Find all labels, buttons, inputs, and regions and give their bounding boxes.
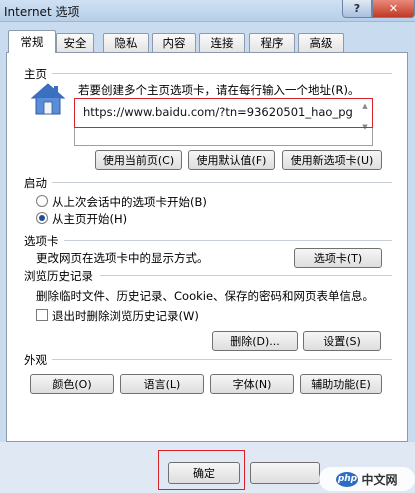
appearance-group-label: 外观 [24, 353, 47, 367]
window-title: Internet 选项 [4, 5, 80, 19]
delete-on-exit-checkbox[interactable] [36, 309, 48, 321]
cancel-button[interactable] [250, 462, 320, 484]
radio-homepage[interactable] [36, 212, 48, 224]
history-hint: 删除临时文件、历史记录、Cookie、保存的密码和网页表单信息。 [36, 289, 375, 303]
tabs-settings-button[interactable]: 选项卡(T) [294, 248, 382, 268]
homepage-divider [52, 73, 392, 74]
colors-button[interactable]: 颜色(O) [30, 374, 114, 394]
radio-last-session-label: 从上次会话中的选项卡开始(B) [52, 195, 207, 209]
ok-highlight-box [158, 450, 245, 490]
close-icon: ✕ [388, 2, 399, 15]
tabs-divider [64, 240, 392, 241]
help-icon: ? [353, 2, 361, 15]
tab-programs[interactable]: 程序 [249, 33, 295, 52]
appearance-divider [52, 359, 392, 360]
php-logo: php [336, 471, 359, 487]
use-default-button[interactable]: 使用默认值(F) [188, 150, 275, 170]
watermark-text: 中文网 [361, 472, 398, 487]
tab-security[interactable]: 安全 [56, 33, 94, 52]
close-button[interactable]: ✕ [372, 0, 415, 18]
help-button[interactable]: ? [342, 0, 372, 18]
history-settings-button[interactable]: 设置(S) [303, 331, 381, 351]
radio-homepage-label: 从主页开始(H) [52, 212, 128, 226]
tabs-group-label: 选项卡 [24, 234, 59, 248]
watermark: php 中文网 [319, 467, 415, 491]
url-highlight-box [74, 98, 373, 128]
tab-privacy[interactable]: 隐私 [103, 33, 149, 52]
delete-history-button[interactable]: 删除(D)... [212, 331, 298, 351]
tab-connections[interactable]: 连接 [199, 33, 245, 52]
history-divider [100, 275, 392, 276]
tabs-hint: 更改网页在选项卡中的显示方式。 [36, 251, 209, 265]
startup-group-label: 启动 [24, 176, 47, 190]
use-new-tab-button[interactable]: 使用新选项卡(U) [282, 150, 382, 170]
homepage-group-label: 主页 [24, 67, 47, 81]
fonts-button[interactable]: 字体(N) [210, 374, 294, 394]
title-bar: Internet 选项 ? ✕ [0, 0, 415, 22]
tab-content[interactable]: 内容 [152, 33, 196, 52]
delete-on-exit-label: 退出时删除浏览历史记录(W) [52, 309, 199, 323]
house-icon [30, 83, 66, 115]
history-group-label: 浏览历史记录 [24, 269, 93, 283]
startup-divider [52, 182, 392, 183]
homepage-hint: 若要创建多个主页选项卡，请在每行输入一个地址(R)。 [78, 83, 360, 97]
radio-last-session[interactable] [36, 195, 48, 207]
use-current-page-button[interactable]: 使用当前页(C) [95, 150, 182, 170]
accessibility-button[interactable]: 辅助功能(E) [300, 374, 382, 394]
tab-advanced[interactable]: 高级 [298, 33, 344, 52]
languages-button[interactable]: 语言(L) [120, 374, 204, 394]
tab-general[interactable]: 常规 [8, 30, 56, 53]
